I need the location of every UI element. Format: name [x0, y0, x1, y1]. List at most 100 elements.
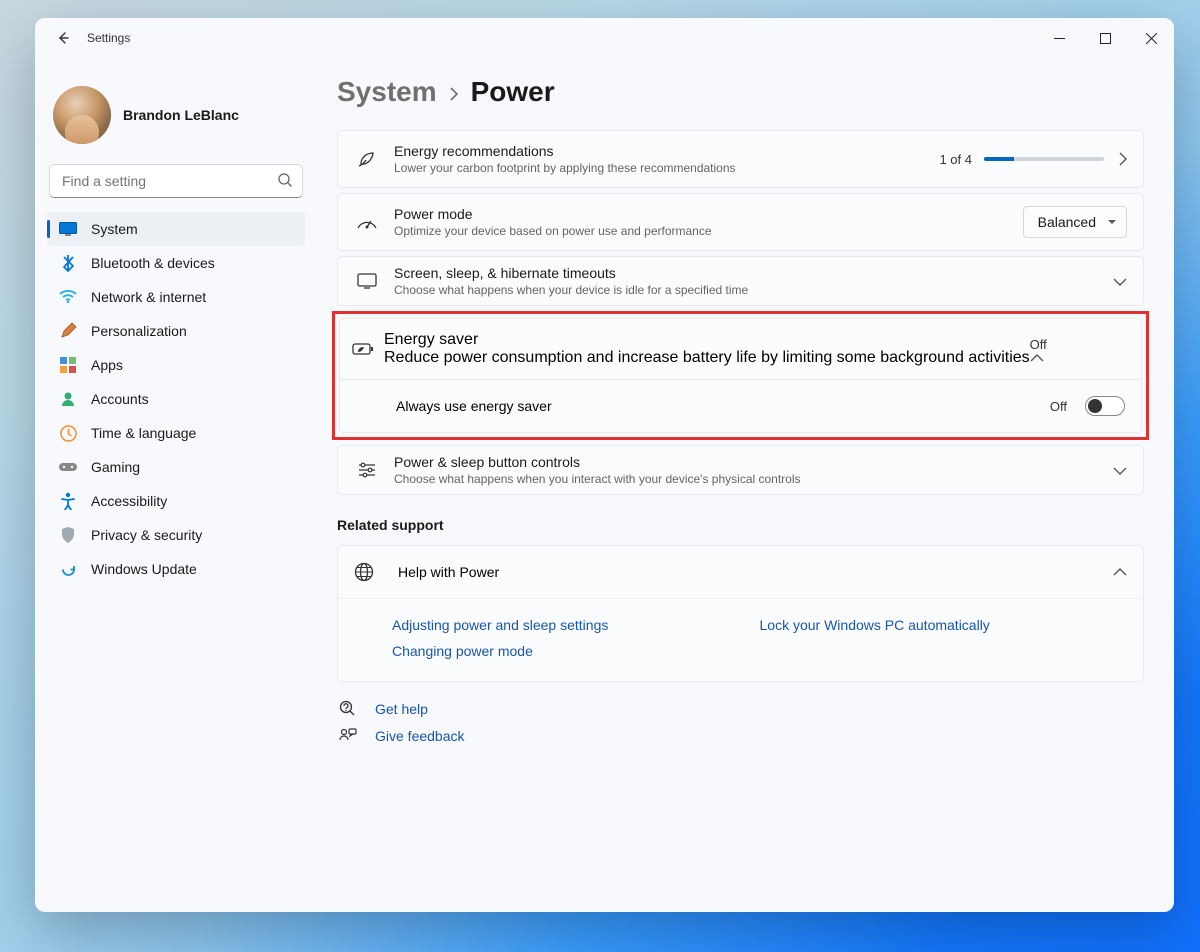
- progress-bar: [984, 157, 1104, 161]
- card-title: Energy recommendations: [394, 143, 736, 159]
- battery-leaf-icon: [352, 342, 374, 356]
- sidebar-item-label: System: [91, 221, 138, 237]
- help-links: Adjusting power and sleep settings Lock …: [338, 598, 1143, 681]
- footer-links: Get help Give feedback: [337, 700, 1144, 744]
- chevron-up-icon: [1113, 568, 1127, 577]
- gamepad-icon: [59, 458, 77, 476]
- button-controls-card[interactable]: Power & sleep button controls Choose wha…: [337, 445, 1144, 495]
- sidebar-item-accounts[interactable]: Accounts: [47, 382, 305, 416]
- progress-text: 1 of 4: [939, 152, 972, 167]
- sidebar-item-network[interactable]: Network & internet: [47, 280, 305, 314]
- card-subtitle: Optimize your device based on power use …: [394, 224, 712, 238]
- power-mode-card: Power mode Optimize your device based on…: [337, 193, 1144, 251]
- globe-icon: [354, 562, 382, 582]
- energy-saver-toggle[interactable]: [1085, 396, 1125, 416]
- sidebar-item-accessibility[interactable]: Accessibility: [47, 484, 305, 518]
- update-icon: [59, 560, 77, 578]
- energy-saver-card: Energy saver Reduce power consumption an…: [339, 318, 1142, 433]
- progress-indicator: 1 of 4: [939, 152, 1104, 167]
- sidebar-item-personalization[interactable]: Personalization: [47, 314, 305, 348]
- help-link-power-mode[interactable]: Changing power mode: [392, 643, 760, 659]
- feedback-link[interactable]: Give feedback: [375, 728, 465, 744]
- apps-icon: [59, 356, 77, 374]
- maximize-button[interactable]: [1082, 18, 1128, 58]
- breadcrumb-parent[interactable]: System: [337, 76, 437, 108]
- timeouts-card[interactable]: Screen, sleep, & hibernate timeouts Choo…: [337, 256, 1144, 306]
- minimize-button[interactable]: [1036, 18, 1082, 58]
- sidebar-item-label: Privacy & security: [91, 527, 202, 543]
- username: Brandon LeBlanc: [123, 107, 239, 123]
- screen-icon: [350, 273, 384, 289]
- sidebar: Brandon LeBlanc System Bluetooth & devic…: [35, 58, 317, 912]
- sidebar-item-system[interactable]: System: [47, 212, 305, 246]
- get-help-link[interactable]: Get help: [375, 701, 428, 717]
- minimize-icon: [1054, 33, 1065, 44]
- search-icon: [277, 172, 293, 188]
- titlebar: Settings: [35, 18, 1174, 58]
- get-help-row: Get help: [339, 700, 1144, 718]
- sidebar-item-privacy[interactable]: Privacy & security: [47, 518, 305, 552]
- maximize-icon: [1100, 33, 1111, 44]
- card-title: Energy saver: [384, 331, 1030, 349]
- energy-saver-header[interactable]: Energy saver Reduce power consumption an…: [340, 319, 1141, 379]
- card-subtitle: Choose what happens when you interact wi…: [394, 472, 801, 486]
- card-title: Power mode: [394, 206, 712, 222]
- sidebar-item-time[interactable]: Time & language: [47, 416, 305, 450]
- close-icon: [1146, 33, 1157, 44]
- sidebar-item-label: Gaming: [91, 459, 140, 475]
- help-icon: [339, 700, 357, 718]
- help-card: Help with Power Adjusting power and slee…: [337, 545, 1144, 682]
- card-subtitle: Choose what happens when your device is …: [394, 283, 748, 297]
- help-link-power-sleep[interactable]: Adjusting power and sleep settings: [392, 617, 760, 633]
- energy-saver-body: Always use energy saver Off: [340, 379, 1141, 432]
- person-icon: [59, 390, 77, 408]
- sidebar-item-label: Bluetooth & devices: [91, 255, 215, 271]
- power-mode-select[interactable]: Balanced: [1023, 206, 1127, 238]
- main-pane: System Power Energy recommendations Lowe…: [317, 58, 1174, 912]
- sidebar-item-label: Windows Update: [91, 561, 197, 577]
- monitor-icon: [59, 220, 77, 238]
- sidebar-item-label: Accessibility: [91, 493, 167, 509]
- breadcrumb-current: Power: [471, 76, 555, 108]
- sidebar-item-apps[interactable]: Apps: [47, 348, 305, 382]
- chevron-down-icon: [1113, 466, 1127, 475]
- help-header[interactable]: Help with Power: [338, 546, 1143, 598]
- chevron-right-icon: [449, 87, 459, 101]
- profile[interactable]: Brandon LeBlanc: [47, 72, 305, 164]
- app-title: Settings: [87, 31, 130, 45]
- search-box: [49, 164, 303, 198]
- sidebar-item-update[interactable]: Windows Update: [47, 552, 305, 586]
- shield-icon: [59, 526, 77, 544]
- toggle-label: Always use energy saver: [396, 398, 552, 414]
- sidebar-item-bluetooth[interactable]: Bluetooth & devices: [47, 246, 305, 280]
- avatar: [53, 86, 111, 144]
- feedback-icon: [339, 728, 357, 744]
- sidebar-item-label: Accounts: [91, 391, 149, 407]
- chevron-up-icon: [1030, 354, 1055, 363]
- search-input[interactable]: [49, 164, 303, 198]
- energy-recommendations-card[interactable]: Energy recommendations Lower your carbon…: [337, 130, 1144, 188]
- card-subtitle: Reduce power consumption and increase ba…: [384, 349, 1030, 367]
- energy-saver-status: Off: [1030, 337, 1047, 352]
- settings-window: Settings Brandon LeBlanc: [35, 18, 1174, 912]
- chevron-down-icon: [1113, 277, 1127, 286]
- help-link-lock-pc[interactable]: Lock your Windows PC automatically: [760, 617, 1128, 633]
- sidebar-item-label: Network & internet: [91, 289, 206, 305]
- sidebar-nav: System Bluetooth & devices Network & int…: [47, 212, 305, 586]
- breadcrumb: System Power: [337, 76, 1144, 108]
- related-support-heading: Related support: [337, 517, 1144, 533]
- card-title: Screen, sleep, & hibernate timeouts: [394, 265, 748, 281]
- wifi-icon: [59, 288, 77, 306]
- bluetooth-icon: [59, 254, 77, 272]
- clock-icon: [59, 424, 77, 442]
- highlight-box: Energy saver Reduce power consumption an…: [332, 311, 1149, 440]
- back-button[interactable]: [53, 28, 73, 48]
- chevron-right-icon: [1118, 152, 1127, 166]
- leaf-icon: [350, 150, 384, 168]
- window-controls: [1036, 18, 1174, 58]
- speedometer-icon: [350, 214, 384, 230]
- sidebar-item-gaming[interactable]: Gaming: [47, 450, 305, 484]
- sidebar-item-label: Personalization: [91, 323, 187, 339]
- close-button[interactable]: [1128, 18, 1174, 58]
- help-title: Help with Power: [398, 564, 499, 580]
